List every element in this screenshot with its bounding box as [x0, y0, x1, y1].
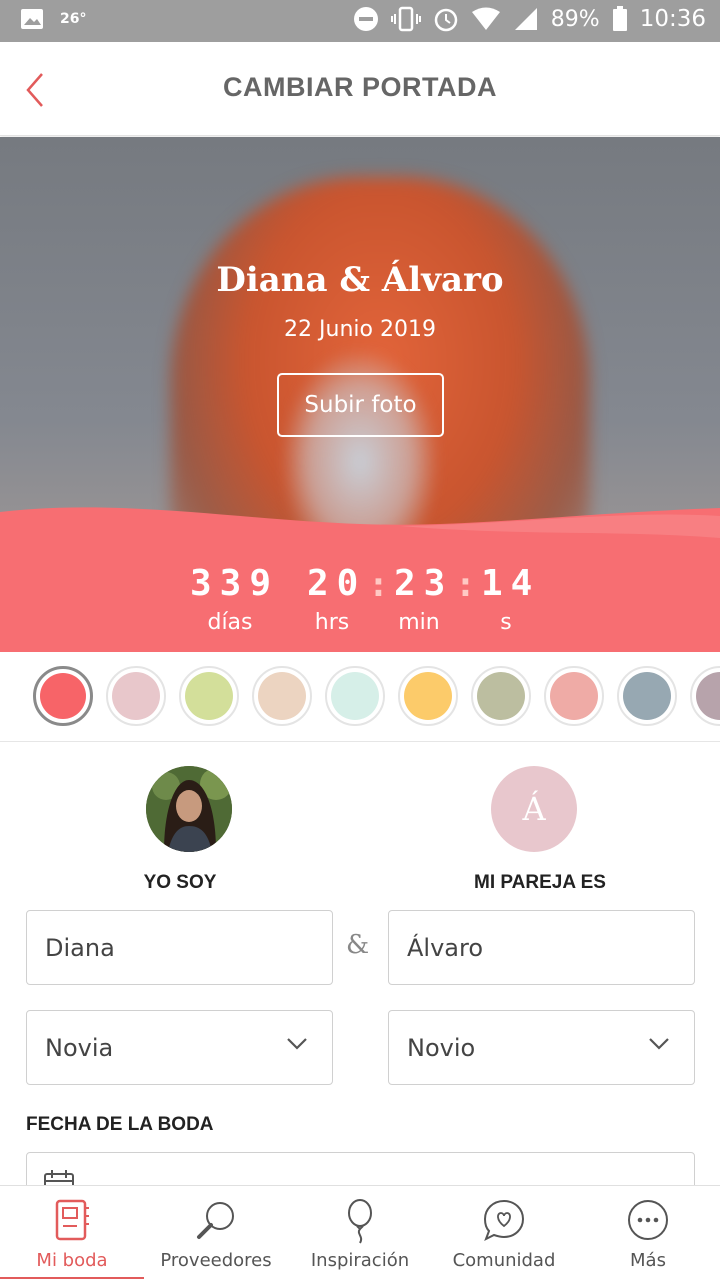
color-swatch[interactable]: [544, 666, 604, 726]
profile-photo: [146, 766, 232, 852]
color-swatch[interactable]: [106, 666, 166, 726]
partner-avatar[interactable]: Á: [491, 766, 577, 852]
countdown-seconds: 14: [481, 563, 541, 604]
nav-label: Comunidad: [452, 1250, 556, 1271]
planner-book-icon: [55, 1199, 89, 1241]
ampersand: &: [346, 930, 370, 960]
minutes-label: min: [398, 610, 440, 635]
partner-name-value: Álvaro: [407, 933, 484, 962]
nav-label: Inspiración: [310, 1250, 410, 1271]
bottom-navigation: Mi boda Proveedores Inspiración Comunida…: [0, 1185, 720, 1279]
partner-label: MI PAREJA ES: [474, 872, 606, 893]
my-avatar[interactable]: [146, 766, 232, 852]
chevron-down-icon: [649, 1038, 669, 1050]
color-swatch[interactable]: [690, 666, 720, 726]
my-name-input[interactable]: Diana: [26, 910, 333, 985]
countdown-minutes: 23: [394, 563, 454, 604]
battery-icon: [612, 6, 627, 31]
wifi-icon: [471, 7, 500, 30]
chat-heart-icon: [483, 1199, 525, 1242]
nav-label: Más: [630, 1250, 666, 1271]
color-swatch-fill: [331, 672, 379, 720]
nav-mi-boda[interactable]: Mi boda: [0, 1186, 144, 1279]
my-role-select[interactable]: Novia: [26, 1010, 333, 1085]
seconds-label: s: [500, 610, 512, 635]
hours-label: hrs: [314, 610, 350, 635]
nav-inspiracion[interactable]: Inspiración: [288, 1186, 432, 1279]
wedding-date-text: 22 Junio 2019: [284, 317, 436, 342]
color-swatch-selected[interactable]: [33, 666, 93, 726]
color-swatch[interactable]: [252, 666, 312, 726]
battery-text: 89%: [550, 6, 600, 32]
do-not-disturb-icon: [353, 7, 378, 31]
color-swatch-fill: [112, 672, 160, 720]
nav-comunidad[interactable]: Comunidad: [432, 1186, 576, 1279]
my-name-value: Diana: [45, 933, 115, 962]
color-swatch-fill: [696, 672, 720, 720]
more-dots-icon: [628, 1200, 668, 1240]
chevron-down-icon: [287, 1038, 307, 1050]
countdown-hours: 20: [307, 563, 367, 604]
app-header: CAMBIAR PORTADA: [0, 42, 720, 136]
color-swatch-fill: [185, 672, 233, 720]
countdown-days: 339: [190, 563, 280, 604]
color-swatch-fill: [550, 672, 598, 720]
wedding-date-section-title: FECHA DE LA BODA: [26, 1114, 214, 1135]
color-swatch-fill: [404, 672, 452, 720]
countdown-colon: :: [459, 566, 472, 604]
partner-name-input[interactable]: Álvaro: [388, 910, 695, 985]
my-role-value: Novia: [45, 1033, 114, 1062]
color-swatch-fill: [40, 673, 86, 719]
upload-photo-button[interactable]: Subir foto: [277, 373, 444, 437]
temperature-text: 26°: [60, 11, 87, 27]
me-label: YO SOY: [143, 872, 217, 893]
color-swatch-fill: [623, 672, 671, 720]
color-palette: [0, 652, 720, 742]
color-swatch[interactable]: [471, 666, 531, 726]
color-swatch-fill: [258, 672, 306, 720]
color-swatch[interactable]: [325, 666, 385, 726]
color-swatch[interactable]: [398, 666, 458, 726]
page-title: CAMBIAR PORTADA: [223, 72, 497, 102]
color-swatch[interactable]: [617, 666, 677, 726]
color-swatch[interactable]: [179, 666, 239, 726]
balloon-icon: [348, 1199, 372, 1244]
nav-label: Proveedores: [160, 1250, 272, 1271]
image-notification-icon: [21, 9, 43, 29]
partner-role-select[interactable]: Novio: [388, 1010, 695, 1085]
signal-icon: [514, 8, 537, 30]
nav-proveedores[interactable]: Proveedores: [144, 1186, 288, 1279]
color-swatch-fill: [477, 672, 525, 720]
nav-mas[interactable]: Más: [576, 1186, 720, 1279]
nav-label: Mi boda: [36, 1250, 108, 1271]
clock-text: 10:36: [639, 6, 706, 32]
couple-names: Diana & Álvaro: [216, 260, 504, 300]
status-bar: 26° 89% 10:36: [0, 0, 720, 42]
partner-role-value: Novio: [407, 1033, 476, 1062]
search-magnifier-icon: [197, 1202, 234, 1239]
days-label: días: [207, 610, 253, 635]
countdown-colon: :: [372, 566, 385, 604]
alarm-icon: [434, 8, 458, 32]
vibrate-icon: [390, 6, 421, 32]
